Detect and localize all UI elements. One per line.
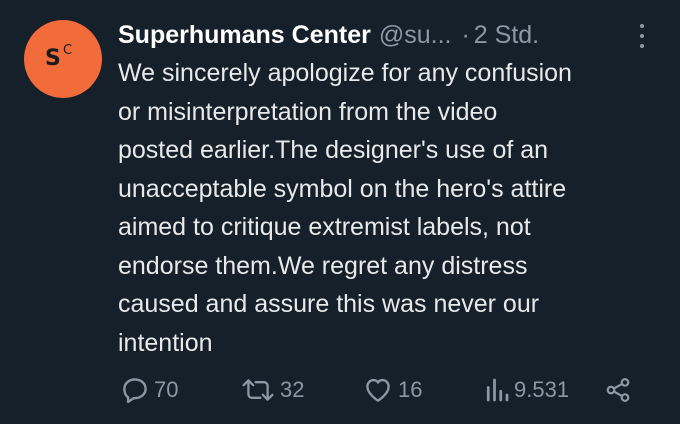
more-dot [640, 44, 644, 48]
more-dot [640, 34, 644, 38]
views-icon [486, 378, 509, 402]
tweet-text: We sincerely apologize for any confusion… [118, 59, 572, 357]
views-button[interactable]: 9.531 [484, 370, 569, 410]
reply-button[interactable]: 70 [120, 370, 178, 410]
share-button[interactable] [604, 370, 632, 410]
author-display-name[interactable]: Superhumans Center [118, 21, 371, 50]
tweet-card[interactable]: S C Superhumans Center @su... · 2 Std. W… [0, 0, 680, 424]
tweet-header: Superhumans Center @su... · 2 Std. [118, 18, 539, 52]
more-dot [640, 24, 644, 28]
reply-icon [123, 378, 147, 404]
like-count: 16 [398, 377, 423, 402]
retweet-button[interactable]: 32 [240, 370, 304, 410]
author-handle[interactable]: @su... [379, 21, 452, 50]
logo-letter-c: C [63, 43, 73, 58]
retweet-icon [242, 379, 274, 401]
header-separator: · [461, 20, 470, 49]
heart-icon [366, 378, 390, 402]
like-button[interactable]: 16 [362, 370, 422, 410]
tweet-actions: 70 32 16 9.531 [118, 370, 638, 410]
views-count: 9.531 [514, 377, 570, 402]
share-icon [606, 378, 630, 402]
more-options-icon[interactable] [630, 22, 654, 50]
retweet-count: 32 [280, 377, 305, 402]
reply-count: 70 [154, 377, 179, 402]
superhumans-center-logo: S C [43, 44, 83, 74]
logo-letter-s: S [45, 46, 61, 71]
tweet-timestamp[interactable]: 2 Std. [474, 21, 539, 50]
avatar[interactable]: S C [24, 20, 102, 98]
